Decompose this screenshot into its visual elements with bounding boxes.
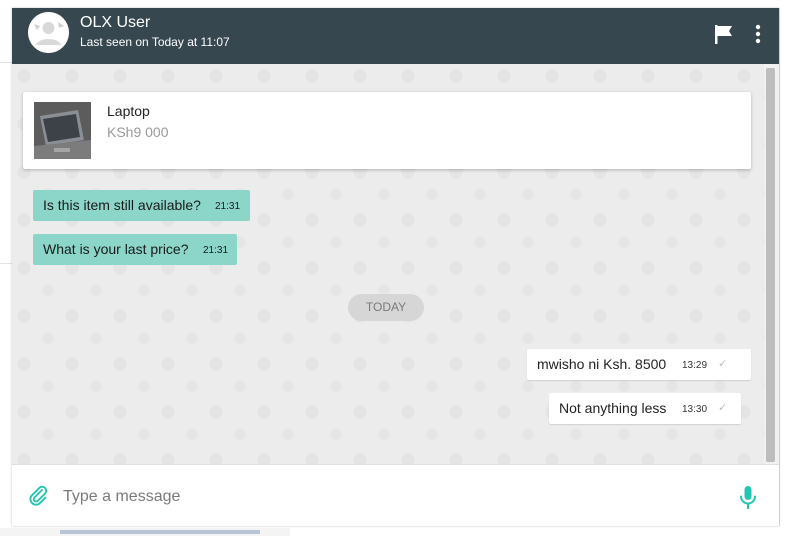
background-page-strip bbox=[60, 530, 260, 534]
background-divider bbox=[0, 263, 12, 264]
product-title: Laptop bbox=[107, 103, 150, 119]
last-seen-status: Last seen on Today at 11:07 bbox=[80, 35, 230, 49]
message-list[interactable]: Laptop KSh9 000 Is this item still avail… bbox=[12, 64, 764, 464]
message-time: 21:31 bbox=[215, 201, 241, 212]
chat-window: OLX User Last seen on Today at 11:07 Lap… bbox=[12, 8, 779, 526]
message-input[interactable] bbox=[61, 483, 725, 511]
composer-bar bbox=[12, 464, 779, 526]
message-text: mwisho ni Ksh. 8500 bbox=[537, 356, 667, 372]
microphone-icon[interactable] bbox=[738, 485, 758, 511]
product-price: KSh9 000 bbox=[107, 124, 169, 140]
sent-check-icon: ✓ bbox=[718, 402, 728, 414]
message-bubble-outgoing: Not anything less 13:30 ✓ bbox=[549, 393, 741, 424]
scrollbar-thumb[interactable] bbox=[766, 68, 775, 462]
message-time: 13:30 bbox=[682, 404, 708, 415]
message-text: What is your last price? bbox=[43, 241, 189, 257]
message-bubble-incoming: Is this item still available? 21:31 bbox=[33, 190, 250, 221]
flag-icon[interactable] bbox=[713, 23, 735, 45]
chat-header: OLX User Last seen on Today at 11:07 bbox=[12, 8, 779, 64]
background-divider bbox=[779, 8, 780, 526]
paperclip-icon[interactable] bbox=[27, 484, 49, 506]
day-separator: TODAY bbox=[348, 294, 424, 321]
message-time: 13:29 bbox=[682, 360, 708, 371]
message-time: 21:31 bbox=[203, 245, 229, 256]
avatar-icon bbox=[28, 12, 69, 53]
sent-check-icon: ✓ bbox=[718, 358, 728, 370]
product-card[interactable]: Laptop KSh9 000 bbox=[23, 92, 751, 169]
contact-name: OLX User bbox=[80, 14, 151, 31]
background-divider bbox=[0, 62, 12, 63]
message-bubble-outgoing: mwisho ni Ksh. 8500 13:29 ✓ bbox=[527, 349, 751, 380]
more-vert-icon[interactable] bbox=[751, 23, 765, 45]
message-text: Is this item still available? bbox=[43, 197, 201, 213]
message-text: Not anything less bbox=[559, 400, 667, 416]
message-bubble-incoming: What is your last price? 21:31 bbox=[33, 234, 237, 265]
avatar[interactable] bbox=[28, 12, 69, 53]
product-image bbox=[34, 102, 91, 159]
